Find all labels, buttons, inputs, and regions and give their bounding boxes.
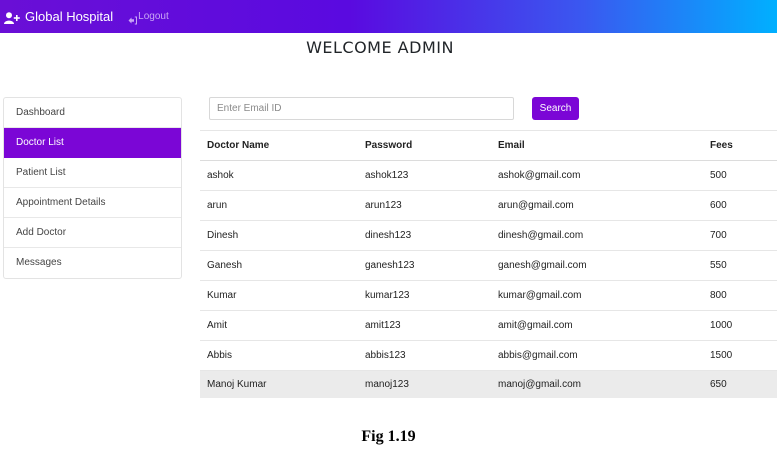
doctor-name-cell: Ganesh — [200, 250, 358, 281]
table-row: Amit amit123 amit@gmail.com 1000 — [200, 310, 777, 341]
doctor-name-cell: arun — [200, 190, 358, 221]
password-cell: arun123 — [358, 190, 491, 221]
email-cell: amit@gmail.com — [491, 310, 703, 341]
password-cell: ashok123 — [358, 160, 491, 191]
table-row: Abbis abbis123 abbis@gmail.com 1500 — [200, 340, 777, 371]
email-search-input[interactable] — [209, 97, 514, 120]
column-header-doctor-name: Doctor Name — [200, 130, 358, 161]
fees-cell: 650 — [703, 370, 777, 398]
doctor-name-cell: ashok — [200, 160, 358, 191]
doctor-name-cell: Abbis — [200, 340, 358, 371]
email-cell: kumar@gmail.com — [491, 280, 703, 311]
column-header-fees: Fees — [703, 130, 777, 161]
table-row-highlighted: Manoj Kumar manoj123 manoj@gmail.com 650 — [200, 370, 777, 398]
fees-cell: 1500 — [703, 340, 777, 371]
table-row: arun arun123 arun@gmail.com 600 — [200, 190, 777, 221]
table-row: Kumar kumar123 kumar@gmail.com 800 — [200, 280, 777, 311]
email-cell: manoj@gmail.com — [491, 370, 703, 398]
column-header-password: Password — [358, 130, 491, 161]
sidebar-item-dashboard[interactable]: Dashboard — [4, 98, 181, 128]
password-cell: amit123 — [358, 310, 491, 341]
sidebar-item-doctor-list[interactable]: Doctor List — [4, 128, 181, 158]
password-cell: kumar123 — [358, 280, 491, 311]
figure-caption: Fig 1.19 — [361, 428, 416, 445]
logout-link[interactable]: Logout — [128, 11, 169, 25]
fees-cell: 1000 — [703, 310, 777, 341]
doctor-name-cell: Dinesh — [200, 220, 358, 251]
email-cell: abbis@gmail.com — [491, 340, 703, 371]
search-button[interactable]: Search — [532, 97, 579, 120]
top-navbar: Global Hospital Logout — [0, 0, 777, 33]
brand-name: Global Hospital — [25, 9, 114, 24]
brand-link[interactable]: Global Hospital — [4, 9, 113, 24]
sidebar-item-patient-list[interactable]: Patient List — [4, 158, 181, 188]
column-header-email: Email — [491, 130, 703, 161]
sidebar-item-add-doctor[interactable]: Add Doctor — [4, 218, 181, 248]
sidebar-item-messages[interactable]: Messages — [4, 248, 181, 278]
email-cell: dinesh@gmail.com — [491, 220, 703, 251]
email-cell: arun@gmail.com — [491, 190, 703, 221]
table-row: ashok ashok123 ashok@gmail.com 500 — [200, 160, 777, 191]
email-cell: ashok@gmail.com — [491, 160, 703, 191]
table-header-row: Doctor Name Password Email Fees — [200, 130, 777, 161]
doctor-table-container: Doctor Name Password Email Fees ashok as… — [200, 130, 777, 398]
table-row: Ganesh ganesh123 ganesh@gmail.com 550 — [200, 250, 777, 281]
password-cell: ganesh123 — [358, 250, 491, 281]
fees-cell: 550 — [703, 250, 777, 281]
page-title: WELCOME ADMIN — [306, 38, 454, 57]
password-cell: abbis123 — [358, 340, 491, 371]
doctor-name-cell: Amit — [200, 310, 358, 341]
fees-cell: 700 — [703, 220, 777, 251]
user-plus-icon — [4, 11, 20, 24]
sidebar-nav: Dashboard Doctor List Patient List Appoi… — [3, 97, 182, 279]
logout-label: Logout — [138, 11, 169, 22]
doctor-name-cell: Kumar — [200, 280, 358, 311]
fees-cell: 600 — [703, 190, 777, 221]
doctor-name-cell: Manoj Kumar — [200, 370, 358, 398]
sidebar-item-appointment-details[interactable]: Appointment Details — [4, 188, 181, 218]
table-row: Dinesh dinesh123 dinesh@gmail.com 700 — [200, 220, 777, 251]
fees-cell: 500 — [703, 160, 777, 191]
fees-cell: 800 — [703, 280, 777, 311]
doctor-table: Doctor Name Password Email Fees ashok as… — [200, 130, 777, 398]
email-cell: ganesh@gmail.com — [491, 250, 703, 281]
password-cell: manoj123 — [358, 370, 491, 398]
password-cell: dinesh123 — [358, 220, 491, 251]
sign-out-icon — [128, 12, 138, 25]
